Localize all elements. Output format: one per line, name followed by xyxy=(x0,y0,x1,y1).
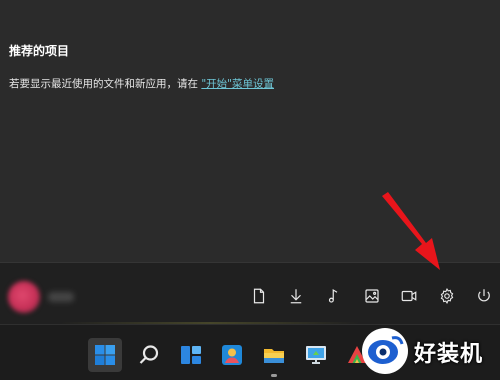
user-avatar[interactable] xyxy=(8,281,40,313)
picture-icon[interactable] xyxy=(358,282,386,310)
download-icon[interactable] xyxy=(282,282,310,310)
video-icon[interactable] xyxy=(395,282,423,310)
people-app-icon[interactable] xyxy=(215,338,249,372)
taskbar xyxy=(0,324,500,380)
user-name-blurred[interactable] xyxy=(48,292,74,302)
music-icon[interactable] xyxy=(320,282,348,310)
recommended-title: 推荐的项目 xyxy=(9,44,70,58)
recommended-hint-text: 若要显示最近使用的文件和新应用，请在 xyxy=(9,78,202,90)
recommended-hint: 若要显示最近使用的文件和新应用，请在 "开始"菜单设置 xyxy=(9,76,274,91)
remote-desktop-icon[interactable] xyxy=(299,338,333,372)
settings-icon[interactable] xyxy=(433,282,461,310)
file-explorer-running-indicator xyxy=(271,374,277,377)
start-settings-link[interactable]: "开始"菜单设置 xyxy=(201,78,274,90)
colorful-app-icon[interactable] xyxy=(340,338,374,372)
power-icon[interactable] xyxy=(470,282,498,310)
search-icon[interactable] xyxy=(132,338,166,372)
file-explorer-icon[interactable] xyxy=(257,338,291,372)
document-icon[interactable] xyxy=(245,282,273,310)
start-menu-footer xyxy=(0,262,500,324)
widgets-icon[interactable] xyxy=(174,338,208,372)
windows-start-icon[interactable] xyxy=(88,338,122,372)
start-menu-panel: 推荐的项目 若要显示最近使用的文件和新应用，请在 "开始"菜单设置 xyxy=(0,0,500,262)
